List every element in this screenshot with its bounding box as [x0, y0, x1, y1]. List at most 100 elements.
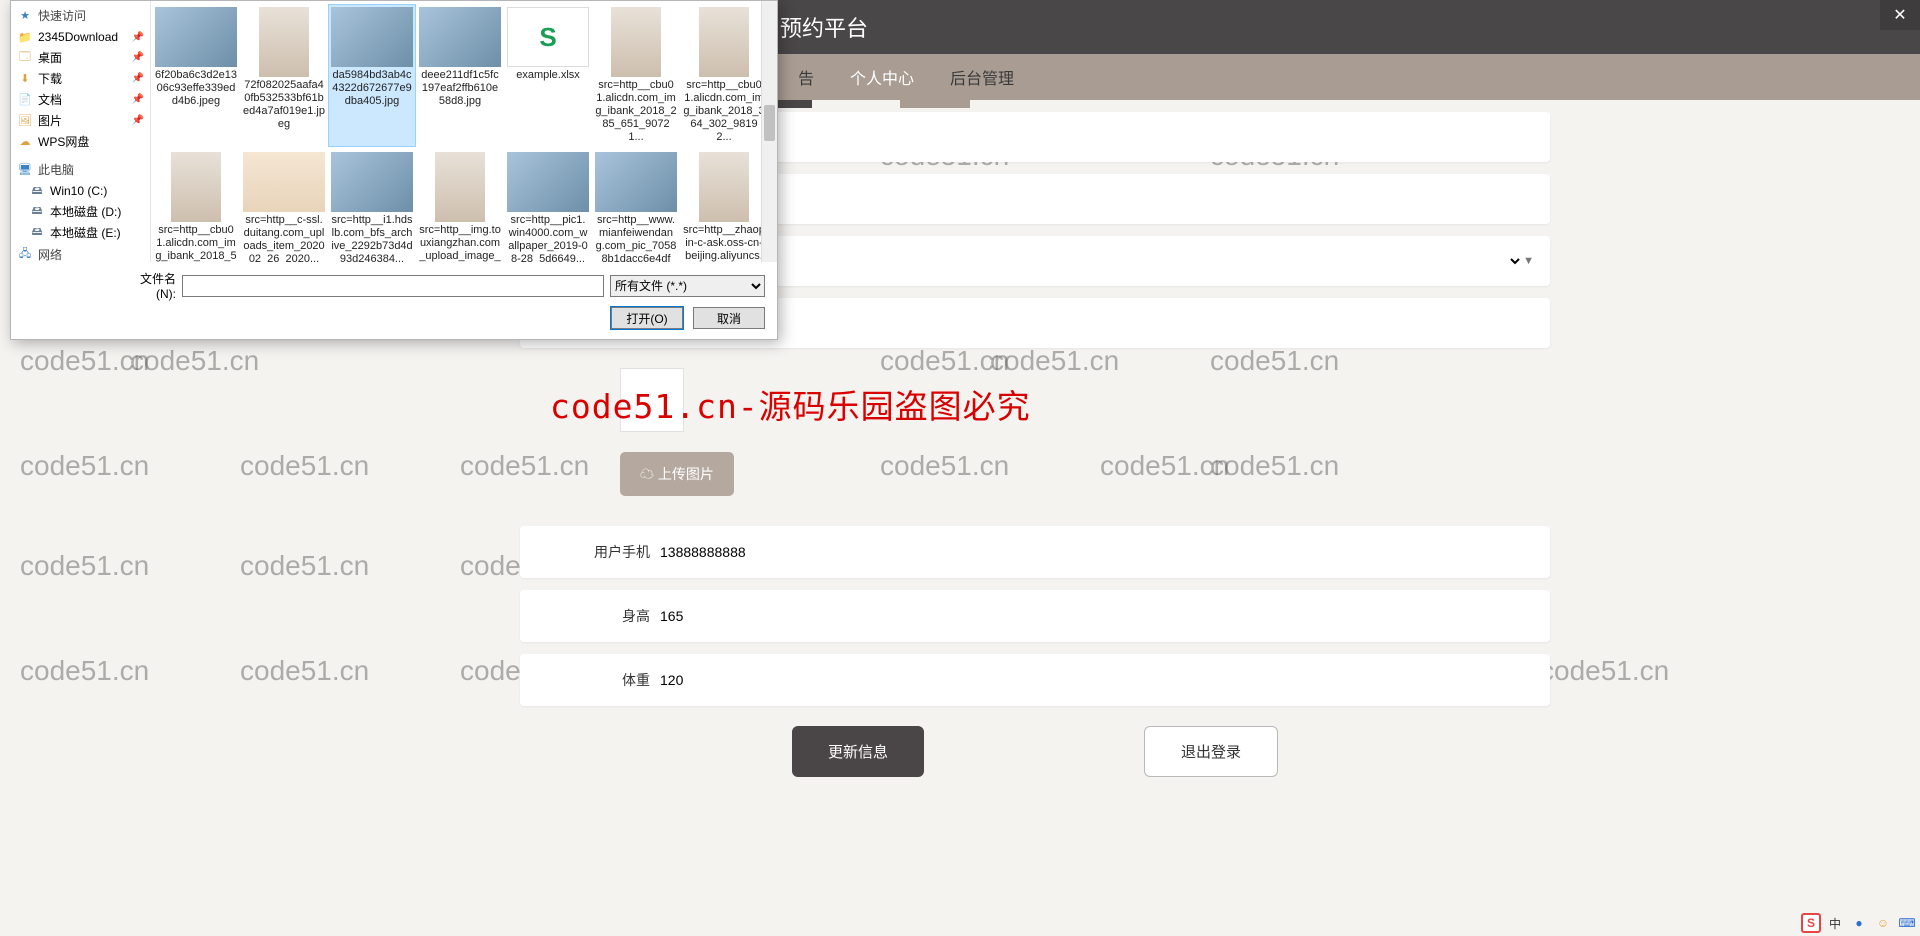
sidebar-drive[interactable]: 🖴本地磁盘 (D:) — [11, 201, 150, 222]
sidebar-item[interactable]: ⬇下载📌 — [11, 68, 150, 89]
sidebar-item[interactable]: 📄文档📌 — [11, 89, 150, 110]
sidebar-drive[interactable]: 🖴Win10 (C:) — [11, 181, 150, 201]
cloud-icon: ☁ — [17, 134, 33, 150]
file-name-label: 6f20ba6c3d2e1306c93effe339edd4b6.jpeg — [155, 69, 237, 108]
dialog-cancel-button[interactable]: 取消 — [693, 307, 765, 329]
system-tray: S 中 ● ☺ ⌨ — [1801, 913, 1917, 933]
app-title: 预约平台 — [780, 11, 868, 43]
cloud-upload-icon: ☁ — [640, 466, 654, 482]
file-item[interactable]: 6f20ba6c3d2e1306c93effe339edd4b6.jpeg — [153, 5, 239, 146]
file-thumbnail — [435, 152, 485, 222]
app-header: 预约平台 ✕ — [770, 0, 1920, 54]
pin-icon: 📌 — [132, 73, 144, 84]
file-item[interactable]: 72f082025aafa40fb532533bf61bed4a7af019e1… — [241, 5, 327, 146]
file-item[interactable]: da5984bd3ab4c4322d672677e9dba405.jpg — [329, 5, 415, 146]
sidebar-quick-access[interactable]: ★快速访问 — [11, 4, 150, 27]
download-icon: ⬇ — [17, 71, 33, 87]
filename-input[interactable] — [182, 275, 604, 297]
vertical-scrollbar[interactable] — [761, 1, 777, 262]
window-close-button[interactable]: ✕ — [1880, 0, 1920, 30]
file-item[interactable]: src=http__img.touxiangzhan.com_upload_im… — [417, 150, 503, 262]
file-name-label: src=http__pic1.win4000.com_wallpaper_201… — [507, 214, 589, 262]
dialog-footer: 文件名(N): 所有文件 (*.*) 打开(O) 取消 — [11, 262, 777, 339]
file-name-label: src=http__cbu01.alicdn.com_img_ibank_201… — [595, 79, 677, 144]
file-name-label: src=http__www.mianfeiwendang.com_pic_705… — [595, 214, 677, 262]
height-input[interactable] — [650, 593, 1540, 639]
nav-item-notice[interactable]: 告 — [780, 65, 832, 89]
file-thumbnail — [171, 152, 221, 222]
file-name-label: src=http__cbu01.alicdn.com_img_ibank_201… — [683, 79, 765, 144]
file-thumbnail — [331, 152, 413, 212]
nav-bar: 告 个人中心 后台管理 — [770, 54, 1920, 100]
file-name-label: src=http__cbu01.alicdn.com_img_ibank_201… — [155, 224, 237, 262]
sogou-ime-icon[interactable]: S — [1801, 913, 1821, 933]
file-name-label: deee211df1c5fc197eaf2ffb610e58d8.jpg — [419, 69, 501, 108]
file-name-label: example.xlsx — [507, 69, 589, 82]
file-thumbnail — [699, 152, 749, 222]
logout-button[interactable]: 退出登录 — [1144, 726, 1278, 777]
sidebar-item[interactable]: 🖼图片📌 — [11, 110, 150, 131]
copyright-overlay: code51.cn-源码乐园盗图必究 — [550, 380, 1031, 428]
file-item[interactable]: src=http__www.mianfeiwendang.com_pic_705… — [593, 150, 679, 262]
form-row-phone: 用户手机 — [520, 526, 1550, 578]
file-name-label: da5984bd3ab4c4322d672677e9dba405.jpg — [331, 69, 413, 108]
field-label: 用户手机 — [580, 542, 650, 562]
file-item[interactable]: src=http__cbu01.alicdn.com_img_ibank_201… — [593, 5, 679, 146]
nav-item-profile[interactable]: 个人中心 — [832, 65, 932, 89]
file-name-label: src=http__c-ssl.duitang.com_uploads_item… — [243, 214, 325, 262]
file-thumbnail — [243, 152, 325, 212]
file-thumbnail — [699, 7, 749, 77]
sidebar-network[interactable]: 🖧网络 — [11, 243, 150, 262]
tray-icon[interactable]: ● — [1849, 913, 1869, 933]
form-actions: 更新信息 退出登录 — [520, 726, 1550, 777]
document-icon: 📄 — [17, 92, 33, 108]
file-item[interactable]: src=http__pic1.win4000.com_wallpaper_201… — [505, 150, 591, 262]
nav-item-admin[interactable]: 后台管理 — [932, 65, 1032, 89]
file-item[interactable]: deee211df1c5fc197eaf2ffb610e58d8.jpg — [417, 5, 503, 146]
file-item[interactable]: src=http__cbu01.alicdn.com_img_ibank_201… — [153, 150, 239, 262]
file-item[interactable]: src=http__zhaopin-c-ask.oss-cn-beijing.a… — [681, 150, 767, 262]
desktop-icon: 🗔 — [17, 50, 33, 66]
ime-indicator[interactable]: 中 — [1825, 913, 1845, 933]
phone-input[interactable] — [650, 529, 1540, 575]
submit-button[interactable]: 更新信息 — [792, 726, 924, 777]
chevron-down-icon: ▼ — [1523, 255, 1534, 267]
file-thumbnail — [595, 152, 677, 212]
file-item[interactable]: src=http__cbu01.alicdn.com_img_ibank_201… — [681, 5, 767, 146]
keyboard-icon[interactable]: ⌨ — [1897, 913, 1917, 933]
file-item[interactable]: src=http__c-ssl.duitang.com_uploads_item… — [241, 150, 327, 262]
dialog-open-button[interactable]: 打开(O) — [611, 307, 683, 329]
form-row-height: 身高 — [520, 590, 1550, 642]
file-item[interactable]: Sexample.xlsx — [505, 5, 591, 146]
file-thumbnail — [259, 7, 309, 77]
file-browser-area: 6f20ba6c3d2e1306c93effe339edd4b6.jpeg72f… — [151, 1, 777, 262]
pin-icon: 📌 — [132, 115, 144, 126]
picture-icon: 🖼 — [17, 113, 33, 129]
file-thumbnail — [611, 7, 661, 77]
folder-icon: 📁 — [17, 29, 33, 45]
file-thumbnail — [419, 7, 501, 67]
filetype-select[interactable]: 所有文件 (*.*) — [610, 275, 765, 297]
sidebar-item[interactable]: 📁2345Download📌 — [11, 27, 150, 47]
weight-input[interactable] — [650, 657, 1540, 703]
tray-icon[interactable]: ☺ — [1873, 913, 1893, 933]
drive-icon: 🖴 — [29, 225, 45, 241]
file-thumbnail: S — [507, 7, 589, 67]
sidebar-item[interactable]: 🗔桌面📌 — [11, 47, 150, 68]
upload-image-button[interactable]: ☁ 上传图片 — [620, 452, 734, 496]
sidebar-drive[interactable]: 🖴本地磁盘 (E:) — [11, 222, 150, 243]
network-icon: 🖧 — [17, 247, 33, 263]
star-icon: ★ — [17, 8, 33, 24]
file-thumbnail — [507, 152, 589, 212]
field-label: 身高 — [580, 606, 650, 626]
file-name-label: 72f082025aafa40fb532533bf61bed4a7af019e1… — [243, 79, 325, 131]
scrollbar-thumb[interactable] — [764, 105, 775, 141]
file-thumbnail — [155, 7, 237, 67]
pin-icon: 📌 — [132, 32, 144, 43]
file-item[interactable]: src=http__i1.hdslb.com_bfs_archive_2292b… — [329, 150, 415, 262]
sidebar-item[interactable]: ☁WPS网盘 — [11, 131, 150, 152]
sidebar-this-pc[interactable]: 🖥此电脑 — [11, 158, 150, 181]
field-label: 体重 — [580, 670, 650, 690]
file-name-label: src=http__i1.hdslb.com_bfs_archive_2292b… — [331, 214, 413, 262]
pc-icon: 🖥 — [17, 162, 33, 178]
